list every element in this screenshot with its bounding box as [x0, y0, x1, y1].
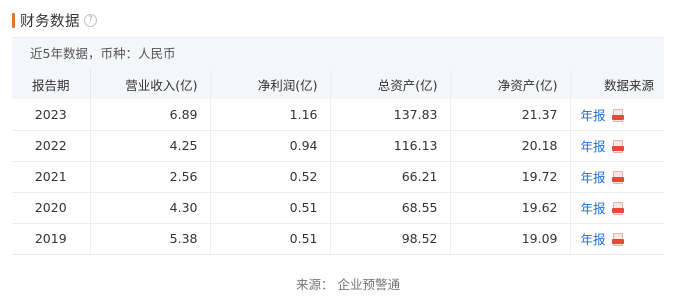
header-total-assets: 总资产(亿) [330, 69, 451, 99]
cell-source: 年报 [570, 161, 664, 193]
cell-net-assets: 19.72 [450, 161, 571, 193]
title-accent-bar [12, 12, 15, 28]
cell-net-profit: 1.16 [210, 99, 331, 131]
cell-source: 年报 [570, 99, 664, 131]
financial-table: 报告期 营业收入(亿) 净利润(亿) 总资产(亿) 净资产(亿) 数据来源 20… [12, 69, 664, 255]
help-icon[interactable]: ? [84, 13, 97, 27]
cell-revenue: 5.38 [90, 223, 211, 255]
section-header: 财务数据 ? [12, 10, 97, 30]
annual-report-link[interactable]: 年报 [581, 201, 606, 216]
cell-revenue: 2.56 [90, 161, 211, 193]
header-net-profit: 净利润(亿) [210, 69, 331, 99]
table-row: 2023 6.89 1.16 137.83 21.37 年报 [12, 99, 664, 131]
data-source-footer: 来源： 企业预警通 [296, 277, 400, 292]
pdf-icon[interactable] [611, 108, 624, 122]
annual-report-link[interactable]: 年报 [581, 232, 606, 247]
cell-net-profit: 0.94 [210, 130, 331, 162]
pdf-icon[interactable] [611, 171, 624, 184]
pdf-icon[interactable] [611, 233, 624, 246]
cell-total-assets: 98.52 [330, 223, 451, 255]
table-row: 2020 4.30 0.51 68.55 19.62 年报 [12, 192, 664, 224]
cell-net-profit: 0.51 [210, 223, 331, 255]
cell-year: 2022 [12, 130, 91, 162]
section-title: 财务数据 [20, 13, 80, 30]
annual-report-link[interactable]: 年报 [581, 170, 606, 185]
header-report-period: 报告期 [12, 69, 91, 99]
cell-source: 年报 [570, 130, 664, 162]
cell-revenue: 6.89 [90, 99, 211, 131]
cell-net-assets: 20.18 [450, 130, 571, 162]
cell-net-profit: 0.52 [210, 161, 331, 193]
header-net-assets: 净资产(亿) [450, 69, 571, 99]
cell-year: 2020 [12, 192, 91, 224]
cell-total-assets: 66.21 [330, 161, 451, 193]
table-header-row: 报告期 营业收入(亿) 净利润(亿) 总资产(亿) 净资产(亿) 数据来源 [12, 69, 664, 99]
cell-net-assets: 21.37 [450, 99, 571, 131]
cell-net-assets: 19.62 [450, 192, 571, 224]
table-row: 2021 2.56 0.52 66.21 19.72 年报 [12, 161, 664, 193]
cell-net-profit: 0.51 [210, 192, 331, 224]
table-row: 2019 5.38 0.51 98.52 19.09 年报 [12, 223, 664, 255]
cell-source: 年报 [570, 223, 664, 255]
cell-net-assets: 19.09 [450, 223, 571, 255]
data-note: 近5年数据，币种：人民币 [12, 37, 664, 69]
annual-report-link[interactable]: 年报 [581, 108, 606, 123]
header-data-source: 数据来源 [570, 69, 664, 99]
table-row: 2022 4.25 0.94 116.13 20.18 年报 [12, 130, 664, 162]
cell-source: 年报 [570, 192, 664, 224]
pdf-icon[interactable] [611, 140, 624, 153]
pdf-icon[interactable] [611, 202, 624, 215]
cell-total-assets: 137.83 [330, 99, 451, 131]
annual-report-link[interactable]: 年报 [581, 139, 606, 154]
header-revenue: 营业收入(亿) [90, 69, 211, 99]
financial-data-card: 近5年数据，币种：人民币 报告期 营业收入(亿) 净利润(亿) 总资产(亿) 净… [12, 37, 664, 255]
cell-total-assets: 116.13 [330, 130, 451, 162]
cell-revenue: 4.25 [90, 130, 211, 162]
cell-revenue: 4.30 [90, 192, 211, 224]
cell-year: 2023 [12, 99, 91, 131]
cell-year: 2019 [12, 223, 91, 255]
cell-total-assets: 68.55 [330, 192, 451, 224]
cell-year: 2021 [12, 161, 91, 193]
